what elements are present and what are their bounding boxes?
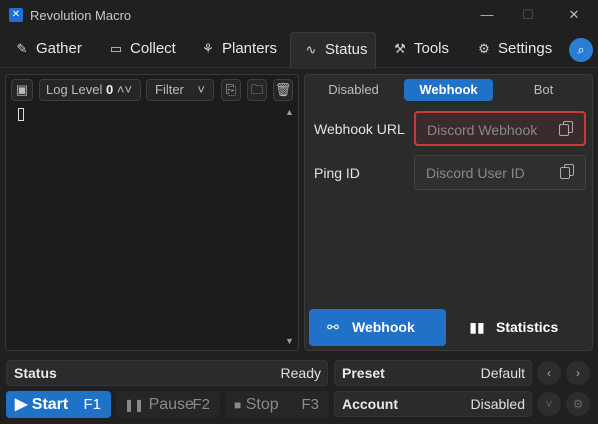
tab-bar: ✎ Gather ▭ Collect ⚘ Planters ∿ Status ⚒ Tool… [0, 32, 598, 69]
console-icon[interactable]: ▣ [11, 79, 33, 101]
mode-webhook[interactable]: Webhook [404, 79, 493, 101]
wrench-icon: ⚒ [394, 41, 406, 56]
trash-icon[interactable]: 🗑 [273, 79, 293, 101]
statistics-button[interactable]: ▮▮ Statistics [452, 309, 587, 346]
status-cell: Status Ready [6, 360, 328, 386]
ping-id-label: Ping ID [314, 165, 360, 181]
log-panel: ▣ Log Level 0 ˄˅ Filter ˅ ⎘ 🗀 🗑 ▲ ▼ [5, 74, 299, 351]
sprout-icon: ⚘ [202, 41, 214, 56]
ping-id-placeholder: Discord User ID [426, 165, 525, 181]
webhook-icon: ⚯ [327, 319, 339, 335]
copy-icon[interactable] [558, 121, 574, 137]
window-title: Revolution Macro [30, 8, 132, 23]
ping-id-field[interactable]: Discord User ID [414, 155, 586, 190]
status-value: Ready [280, 365, 321, 381]
pulse-icon: ∿ [305, 42, 317, 57]
app-logo-icon: ✕ [9, 8, 23, 22]
webhook-button[interactable]: ⚯ Webhook [309, 309, 446, 346]
search-button[interactable]: ⌕ [569, 38, 593, 62]
webhook-url-field[interactable]: Discord Webhook [414, 111, 586, 146]
webhook-url-label: Webhook URL [314, 121, 405, 137]
chevron-down-icon: ˅ [197, 82, 205, 97]
gear-icon[interactable]: ⚙ [566, 392, 590, 416]
pause-icon: ❚❚ [124, 398, 145, 412]
text-cursor [18, 108, 24, 121]
tab-planters[interactable]: ⚘ Planters [188, 32, 288, 68]
scroll-down-icon[interactable]: ▼ [285, 336, 294, 346]
chevron-down-icon[interactable]: ˅ [124, 82, 132, 97]
copy-icon[interactable] [559, 164, 575, 180]
tab-tools[interactable]: ⚒ Tools [380, 32, 462, 68]
title-bar: ✕ Revolution Macro — ☐ ✕ [0, 0, 598, 32]
tab-status[interactable]: ∿ Status [290, 32, 376, 69]
tab-collect[interactable]: ▭ Collect [96, 32, 188, 68]
folder-icon[interactable]: 🗀 [247, 79, 267, 101]
mode-disabled[interactable]: Disabled [309, 79, 398, 101]
start-button[interactable]: ▶ Start F1 [6, 391, 111, 418]
chevron-left-icon[interactable]: ‹ [537, 361, 561, 385]
ticket-icon: ▭ [109, 41, 123, 56]
bar-chart-icon: ▮▮ [469, 319, 485, 335]
brush-icon: ✎ [16, 41, 28, 56]
webhook-url-placeholder: Discord Webhook [427, 122, 538, 138]
search-icon: ⌕ [577, 42, 585, 57]
filter-dropdown[interactable]: Filter ˅ [146, 79, 214, 101]
close-button[interactable]: ✕ [562, 4, 586, 26]
stop-icon: ■ [234, 398, 242, 412]
tab-gather[interactable]: ✎ Gather [2, 32, 96, 68]
notification-panel: Disabled Webhook Bot Webhook URL Discord… [304, 74, 593, 351]
gear-icon: ⚙ [478, 41, 490, 56]
preset-selector[interactable]: Preset Default [334, 360, 532, 386]
log-scrollbar[interactable]: ▲ ▼ [283, 105, 297, 348]
scroll-up-icon[interactable]: ▲ [285, 107, 294, 117]
minimize-button[interactable]: — [475, 4, 499, 26]
stop-button[interactable]: ■ Stop F3 [225, 391, 329, 418]
chevron-down-icon[interactable]: ˅ [537, 392, 561, 416]
preset-value: Default [480, 365, 525, 381]
pause-button[interactable]: ❚❚ Pause F2 [116, 391, 220, 418]
maximize-button[interactable]: ☐ [516, 4, 540, 26]
tab-settings[interactable]: ⚙ Settings [464, 32, 564, 68]
copy-log-icon[interactable]: ⎘ [221, 79, 241, 101]
log-level-stepper[interactable]: Log Level 0 ˄˅ [39, 79, 141, 101]
play-icon: ▶ [15, 396, 28, 413]
log-console[interactable] [10, 105, 282, 347]
chevron-right-icon[interactable]: › [566, 361, 590, 385]
mode-bot[interactable]: Bot [499, 79, 588, 101]
account-selector[interactable]: Account Disabled [334, 391, 532, 417]
account-value: Disabled [470, 396, 525, 412]
